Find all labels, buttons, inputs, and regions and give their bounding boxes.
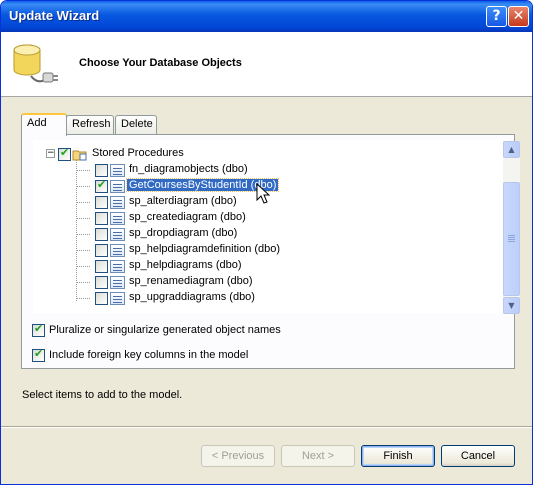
tree-item-label: sp_upgraddiagrams (dbo): [129, 291, 255, 303]
tree-branch-line: [76, 234, 90, 235]
tree-branch-line: [76, 202, 90, 203]
object-tree[interactable]: − Stored Procedures fn_diagramobjects (d…: [33, 140, 520, 314]
tab-refresh[interactable]: Refresh: [66, 115, 114, 135]
item-checkbox[interactable]: [95, 178, 108, 193]
tree-guide-line: [76, 158, 77, 301]
pluralize-label: Pluralize or singularize generated objec…: [49, 324, 281, 336]
stored-procedure-icon: [110, 244, 125, 257]
tree-branch-line: [76, 218, 90, 219]
wizard-header: Choose Your Database Objects: [1, 32, 532, 97]
mouse-cursor-icon: [256, 183, 270, 204]
stored-procedure-icon: [110, 260, 125, 273]
item-checkbox[interactable]: [95, 292, 108, 305]
next-button[interactable]: Next >: [281, 445, 355, 467]
tree-root-label: Stored Procedures: [92, 147, 184, 159]
stored-procedure-icon: [110, 196, 125, 209]
scroll-grip: [508, 235, 515, 236]
item-checkbox[interactable]: [95, 276, 108, 289]
pluralize-checkbox[interactable]: [32, 322, 45, 337]
tree-item-label: sp_renamediagram (dbo): [129, 275, 253, 287]
stored-procedure-icon: [110, 276, 125, 289]
item-checkbox[interactable]: [95, 228, 108, 241]
close-button[interactable]: ✕: [508, 6, 529, 27]
tree-branch-line: [76, 282, 90, 283]
stored-procedure-icon: [110, 292, 125, 305]
stored-procedures-folder-icon: [72, 150, 87, 161]
item-checkbox[interactable]: [95, 244, 108, 257]
scroll-down-button[interactable]: ▼: [503, 297, 520, 314]
cancel-button[interactable]: Cancel: [441, 445, 515, 467]
database-plug-icon: [13, 44, 58, 83]
tree-item-label: sp_helpdiagrams (dbo): [129, 259, 242, 271]
tab-add[interactable]: Add: [21, 113, 67, 136]
item-checkbox[interactable]: [95, 164, 108, 177]
previous-button[interactable]: < Previous: [201, 445, 275, 467]
stored-procedure-icon: [110, 228, 125, 241]
window-title: Update Wizard: [9, 8, 100, 23]
tree-item-label: fn_diagramobjects (dbo): [129, 163, 248, 175]
root-checkbox[interactable]: [58, 146, 71, 161]
item-checkbox[interactable]: [95, 196, 108, 209]
collapse-toggle[interactable]: −: [46, 149, 55, 158]
scroll-up-button[interactable]: ▲: [503, 141, 520, 158]
tree-item-label: sp_helpdiagramdefinition (dbo): [129, 243, 281, 255]
tab-delete[interactable]: Delete: [115, 115, 157, 135]
tree-branch-line: [76, 266, 90, 267]
item-checkbox[interactable]: [95, 260, 108, 273]
help-button[interactable]: ?: [486, 6, 507, 27]
foreign-keys-checkbox[interactable]: [32, 347, 45, 362]
tree-branch-line: [76, 250, 90, 251]
stored-procedure-icon: [110, 212, 125, 225]
finish-button[interactable]: Finish: [361, 445, 435, 467]
tree-branch-line: [76, 298, 90, 299]
scroll-thumb[interactable]: [503, 182, 520, 296]
footer-divider: [1, 426, 532, 428]
page-title: Choose Your Database Objects: [79, 57, 242, 69]
stored-procedure-icon: [110, 164, 125, 177]
tree-scrollbar[interactable]: ▲ ▼: [503, 141, 520, 314]
update-wizard-window: Update Wizard ? ✕ Choose Your Database O…: [0, 0, 533, 485]
foreign-keys-label: Include foreign key columns in the model: [49, 349, 249, 361]
tree-item-label: sp_creatediagram (dbo): [129, 211, 246, 223]
stored-procedure-icon: [110, 180, 125, 193]
tree-item-label: sp_dropdiagram (dbo): [129, 227, 238, 239]
tree-branch-line: [76, 170, 90, 171]
status-text: Select items to add to the model.: [22, 389, 183, 401]
tree-item-label: sp_alterdiagram (dbo): [129, 195, 237, 207]
title-bar[interactable]: Update Wizard ? ✕: [1, 1, 532, 32]
tab-panel: − Stored Procedures fn_diagramobjects (d…: [21, 134, 520, 369]
item-checkbox[interactable]: [95, 212, 108, 225]
tree-branch-line: [76, 186, 90, 187]
